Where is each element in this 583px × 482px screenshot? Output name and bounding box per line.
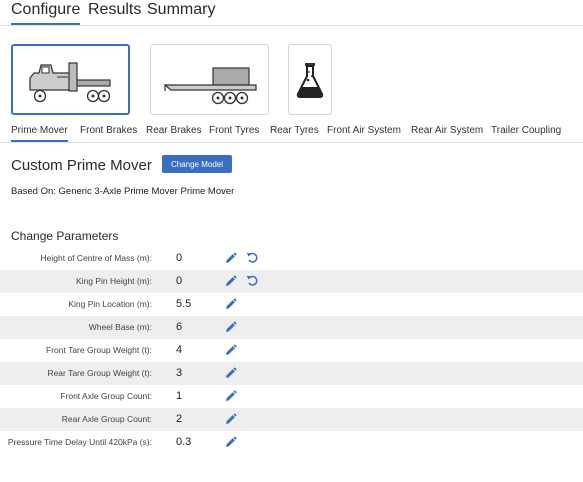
parameter-row: Front Tare Group Weight (t): 4	[0, 339, 583, 362]
pencil-icon[interactable]	[224, 252, 237, 265]
flatbed-trailer-icon	[163, 67, 257, 105]
pencil-icon[interactable]	[224, 321, 237, 334]
parameter-row: Wheel Base (m): 6	[0, 316, 583, 339]
pencil-icon[interactable]	[224, 298, 237, 311]
pencil-icon[interactable]	[224, 390, 237, 403]
parameter-label: Front Axle Group Count:	[60, 391, 152, 401]
parameter-value: 0	[176, 275, 183, 287]
parameter-row: King Pin Height (m): 0	[0, 270, 583, 293]
flask-icon	[296, 63, 324, 98]
nav-front-air-system[interactable]: Front Air System	[327, 125, 401, 136]
parameter-label: Rear Tare Group Weight (t):	[47, 368, 152, 378]
parameter-row: Front Axle Group Count: 1	[0, 385, 583, 408]
nav-front-tyres[interactable]: Front Tyres	[209, 125, 259, 136]
component-nav: Prime Mover Front Brakes Rear Brakes Fro…	[0, 121, 583, 143]
pencil-icon[interactable]	[224, 367, 237, 380]
parameter-row: Rear Tare Group Weight (t): 3	[0, 362, 583, 385]
parameter-label: King Pin Height (m):	[75, 276, 152, 286]
reset-icon[interactable]	[246, 251, 259, 264]
parameter-value: 1	[176, 390, 183, 402]
parameter-value: 0	[176, 252, 183, 264]
parameter-label: Front Tare Group Weight (t):	[46, 345, 152, 355]
pencil-icon[interactable]	[224, 436, 237, 449]
tab-configure[interactable]: Configure	[11, 1, 81, 25]
parameter-row: Height of Centre of Mass (m): 0	[0, 247, 583, 270]
nav-rear-brakes[interactable]: Rear Brakes	[146, 125, 202, 136]
parameter-label: King Pin Location (m):	[68, 299, 152, 309]
page-title: Custom Prime Mover	[11, 157, 152, 174]
parameter-label: Rear Axle Group Count:	[61, 414, 152, 424]
parameter-value: 0.3	[176, 436, 192, 448]
prime-mover-card[interactable]	[11, 44, 130, 115]
nav-rear-air-system[interactable]: Rear Air System	[411, 125, 483, 136]
parameter-list: Height of Centre of Mass (m): 0 King Pin H…	[0, 247, 583, 454]
nav-front-brakes[interactable]: Front Brakes	[80, 125, 137, 136]
parameter-value: 4	[176, 344, 183, 356]
parameter-label: Pressure Time Delay Until 420kPa (s):	[7, 437, 152, 447]
reset-icon[interactable]	[246, 274, 259, 287]
based-on-text: Based On: Generic 3-Axle Prime Mover Pri…	[11, 186, 235, 197]
nav-trailer-coupling[interactable]: Trailer Coupling	[491, 125, 561, 136]
tab-summary[interactable]: Summary	[147, 1, 215, 19]
parameter-value: 5.5	[176, 298, 192, 310]
laboratory-card[interactable]	[288, 44, 332, 115]
nav-rear-tyres[interactable]: Rear Tyres	[270, 125, 319, 136]
parameter-row: Rear Axle Group Count: 2	[0, 408, 583, 431]
top-tab-bar: Configure Results Summary	[0, 0, 583, 26]
parameter-label: Height of Centre of Mass (m):	[40, 253, 152, 263]
parameter-value: 3	[176, 367, 183, 379]
prime-mover-truck-icon	[29, 62, 111, 103]
nav-prime-mover[interactable]: Prime Mover	[11, 125, 68, 142]
change-model-button[interactable]: Change Model	[162, 155, 232, 173]
parameter-label: Wheel Base (m):	[88, 322, 152, 332]
parameter-value: 6	[176, 321, 183, 333]
pencil-icon[interactable]	[224, 275, 237, 288]
section-title: Change Parameters	[11, 229, 119, 243]
pencil-icon[interactable]	[224, 413, 237, 426]
trailer-card[interactable]	[150, 44, 269, 115]
parameter-row: King Pin Location (m): 5.5	[0, 293, 583, 316]
parameter-value: 2	[176, 413, 183, 425]
parameter-row: Pressure Time Delay Until 420kPa (s): 0.3	[0, 431, 583, 454]
tab-results[interactable]: Results	[88, 1, 141, 19]
pencil-icon[interactable]	[224, 344, 237, 357]
